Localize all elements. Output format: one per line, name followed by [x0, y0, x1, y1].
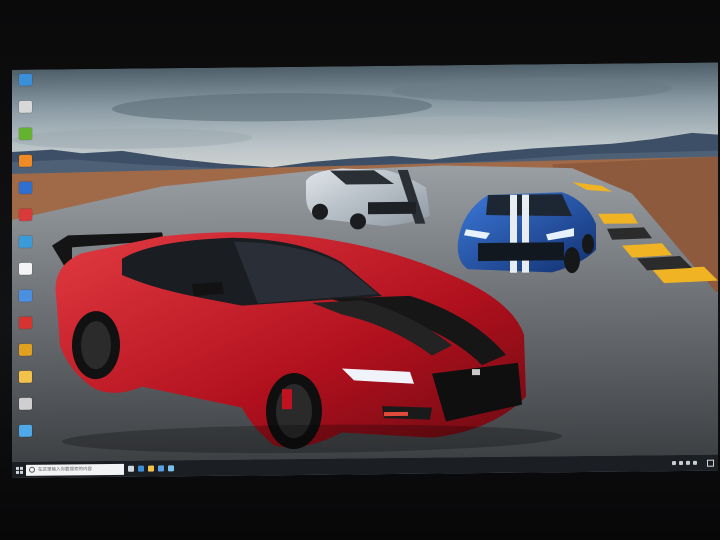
app-icon-12 [18, 397, 32, 410]
network-icon[interactable] [679, 460, 683, 466]
notification-icon[interactable] [707, 459, 714, 467]
chevron-up-icon[interactable] [672, 461, 676, 466]
store-icon [158, 465, 164, 472]
desktop-icon[interactable] [14, 316, 36, 347]
app-icon-4 [18, 181, 32, 194]
taskbar-app[interactable] [146, 460, 156, 476]
taskbar-apps [126, 460, 176, 477]
desktop-icon[interactable] [14, 100, 36, 131]
blue-car [457, 192, 596, 274]
m-app-icon [18, 262, 32, 275]
volume-icon[interactable] [686, 460, 690, 465]
file-explorer-icon [148, 465, 154, 472]
taskbar-app[interactable] [136, 461, 146, 477]
desktop-icon[interactable] [14, 127, 36, 158]
desktop-icon[interactable] [14, 424, 36, 455]
task-view-icon [128, 465, 134, 472]
desktop-icon[interactable] [14, 73, 36, 104]
desktop-wallpaper [12, 62, 718, 462]
app-icon-9 [18, 316, 32, 329]
taskbar-app[interactable] [156, 460, 166, 476]
app-taskbar-icon [168, 465, 174, 472]
search-placeholder: 在这里输入你要搜索的内容 [38, 467, 92, 473]
desktop-icon[interactable] [14, 235, 36, 266]
system-tray [669, 459, 718, 467]
app-icon-13 [18, 424, 32, 437]
desktop-icon[interactable] [14, 289, 36, 320]
edge-taskbar-icon [138, 465, 144, 472]
app-icon-11 [18, 370, 32, 383]
app-icon-5 [18, 208, 32, 221]
edge-icon [18, 73, 32, 86]
search-icon [29, 466, 35, 473]
desktop-icons [12, 70, 38, 460]
desktop-icon[interactable] [14, 262, 36, 293]
app-icon-10 [18, 343, 32, 356]
windows-logo-icon [15, 466, 23, 474]
desktop-icon[interactable] [14, 370, 36, 401]
start-button[interactable] [12, 462, 26, 478]
taskbar-app[interactable] [166, 460, 176, 476]
desktop-icon[interactable] [14, 208, 36, 239]
app-icon-8 [18, 289, 32, 302]
desktop-icon[interactable] [14, 154, 36, 185]
app-icon-6 [18, 235, 32, 248]
app-icon-3 [18, 154, 32, 167]
search-box[interactable]: 在这里输入你要搜索的内容 [26, 463, 124, 476]
app-icon-1 [18, 100, 32, 113]
ime-icon[interactable] [693, 460, 697, 465]
monitor-screen: 在这里输入你要搜索的内容 [12, 62, 718, 479]
taskbar-app[interactable] [126, 461, 136, 477]
desktop-icon[interactable] [14, 343, 36, 374]
desktop-icon[interactable] [14, 181, 36, 212]
nvidia-icon [18, 127, 32, 140]
desktop-icon[interactable] [14, 397, 36, 428]
